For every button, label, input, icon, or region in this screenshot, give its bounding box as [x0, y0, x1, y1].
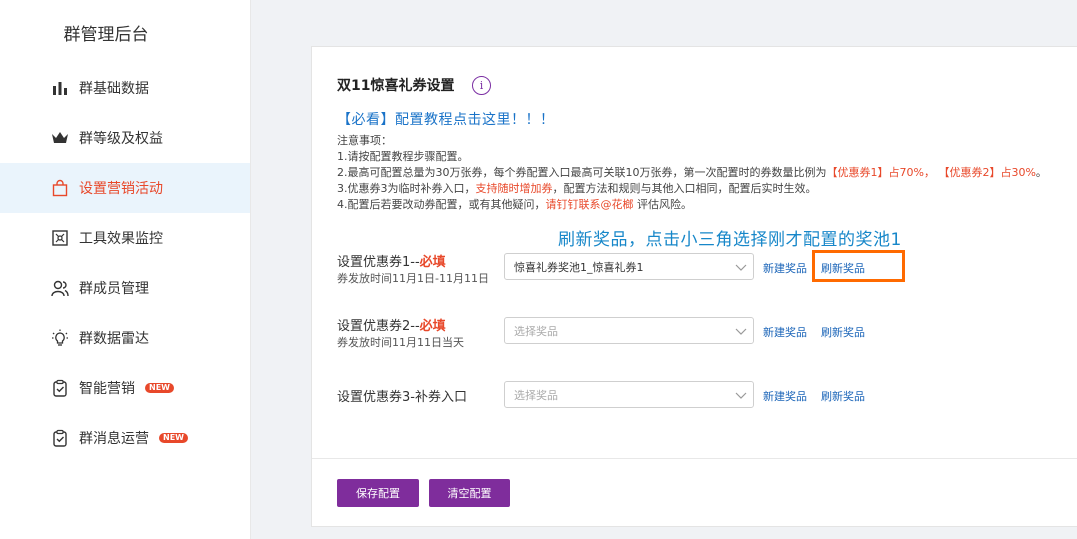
- sidebar-item-basic-data[interactable]: 群基础数据: [0, 63, 250, 113]
- shopping-bag-icon: [50, 178, 70, 198]
- annotation-text: 刷新奖品，点击小三角选择刚才配置的奖池1: [558, 230, 902, 250]
- notes-line: 4.配置后若要改动券配置，或有其他疑问，请钉钉联系@花榔 评估风险。: [337, 198, 692, 211]
- coupon-sub: 券发放时间11月1日-11月11日: [337, 272, 489, 285]
- new-prize-link-2[interactable]: 新建奖品: [763, 324, 807, 340]
- crown-icon: [50, 128, 70, 148]
- sidebar: 群管理后台 群基础数据 群等级及权益 设置营销活动 工具效果监控 群成员管理 群…: [0, 0, 251, 539]
- divider: [312, 458, 1077, 459]
- notes-block: 注意事项： 1.请按配置教程步骤配置。 2.最高可配置总量为30万张券，每个券配…: [337, 133, 1067, 213]
- sidebar-item-label: 群等级及权益: [79, 131, 163, 147]
- chevron-down-icon[interactable]: [735, 325, 747, 337]
- bar-chart-icon: [50, 78, 70, 98]
- coupon-1-select[interactable]: 惊喜礼券奖池1_惊喜礼券1: [504, 253, 754, 280]
- notes-heading: 注意事项：: [337, 134, 392, 147]
- coupon-label: 设置优惠券2--必填: [337, 319, 446, 334]
- refresh-prize-link-3[interactable]: 刷新奖品: [821, 388, 865, 404]
- monitor-icon: [50, 228, 70, 248]
- coupon-2-select[interactable]: 选择奖品: [504, 317, 754, 344]
- notes-line: 2.最高可配置总量为30万张券，每个券配置入口最高可关联10万张券，第一次配置时…: [337, 166, 1047, 179]
- chevron-down-icon[interactable]: [735, 261, 747, 273]
- sidebar-item-smart-marketing[interactable]: 智能营销 NEW: [0, 363, 250, 413]
- sidebar-item-label: 群成员管理: [79, 281, 149, 297]
- new-prize-link-1[interactable]: 新建奖品: [763, 260, 807, 276]
- coupon-label: 设置优惠券1--必填: [337, 255, 446, 270]
- main-content: 双11惊喜礼券设置 i 【必看】配置教程点击这里！！！ 注意事项： 1.请按配置…: [251, 0, 1077, 539]
- save-config-button[interactable]: 保存配置: [337, 479, 419, 507]
- clear-config-button[interactable]: 清空配置: [429, 479, 510, 507]
- sidebar-item-marketing-activity[interactable]: 设置营销活动: [0, 163, 250, 213]
- highlight-box: [812, 250, 905, 282]
- sidebar-item-label: 智能营销: [79, 381, 135, 397]
- users-icon: [50, 278, 70, 298]
- new-badge: NEW: [159, 433, 188, 443]
- info-icon[interactable]: i: [472, 76, 491, 95]
- new-badge: NEW: [145, 383, 174, 393]
- lightbulb-icon: [50, 328, 70, 348]
- clipboard-check-icon: [50, 428, 70, 448]
- sidebar-item-member-management[interactable]: 群成员管理: [0, 263, 250, 313]
- sidebar-item-message-ops[interactable]: 群消息运营 NEW: [0, 413, 250, 463]
- refresh-prize-link-2[interactable]: 刷新奖品: [821, 324, 865, 340]
- app-title: 群管理后台: [63, 25, 149, 45]
- sidebar-item-label: 群数据雷达: [79, 331, 149, 347]
- sidebar-item-tool-monitor[interactable]: 工具效果监控: [0, 213, 250, 263]
- clipboard-check-icon: [50, 378, 70, 398]
- coupon-sub: 券发放时间11月11日当天: [337, 336, 464, 349]
- coupon-3-select[interactable]: 选择奖品: [504, 381, 754, 408]
- sidebar-item-level-rights[interactable]: 群等级及权益: [0, 113, 250, 163]
- chevron-down-icon[interactable]: [735, 389, 747, 401]
- tutorial-link[interactable]: 【必看】配置教程点击这里！！！: [337, 109, 555, 129]
- notes-line: 1.请按配置教程步骤配置。: [337, 150, 469, 163]
- notes-line: 3.优惠券3为临时补券入口，支持随时增加券，配置方法和规则与其他入口相同，配置后…: [337, 182, 817, 195]
- sidebar-item-label: 群基础数据: [79, 81, 149, 97]
- coupon-label: 设置优惠券3-补券入口: [337, 390, 467, 405]
- sidebar-item-label: 设置营销活动: [79, 181, 163, 197]
- page-title: 双11惊喜礼券设置: [337, 78, 455, 94]
- sidebar-item-data-radar[interactable]: 群数据雷达: [0, 313, 250, 363]
- new-prize-link-3[interactable]: 新建奖品: [763, 388, 807, 404]
- sidebar-item-label: 工具效果监控: [79, 231, 163, 247]
- coupon-settings-card: 双11惊喜礼券设置 i 【必看】配置教程点击这里！！！ 注意事项： 1.请按配置…: [311, 46, 1077, 527]
- sidebar-item-label: 群消息运营: [79, 431, 149, 447]
